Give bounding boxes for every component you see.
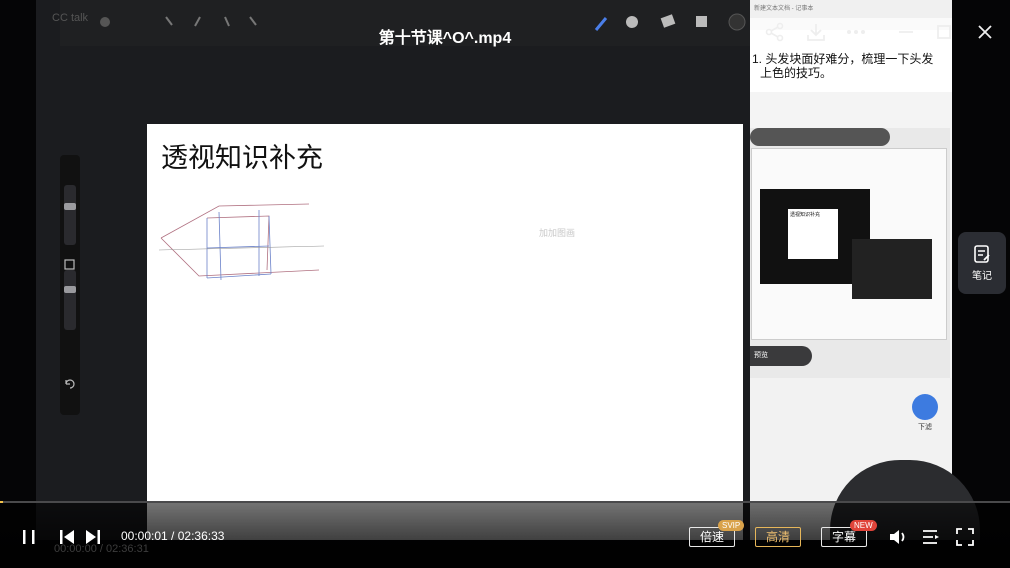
playlist-icon[interactable] — [921, 527, 941, 547]
drawing-canvas: 透视知识补充 加加图画 — [147, 124, 743, 540]
speed-label: 倍速 — [699, 530, 724, 544]
perspective-sketch — [159, 203, 325, 281]
notes-icon — [974, 245, 990, 263]
canvas-watermark: 加加图画 — [539, 228, 576, 238]
progress-bar[interactable] — [0, 501, 1010, 503]
notes-label: 笔记 — [972, 271, 992, 282]
download-icon[interactable] — [806, 22, 826, 42]
new-badge: NEW — [850, 520, 877, 531]
previous-icon[interactable] — [58, 528, 76, 546]
nested-screen-inner: 透视知识补充 — [751, 148, 947, 340]
recorded-sidebar-icons — [64, 259, 75, 389]
time-separator: / — [167, 529, 178, 543]
video-title: 第十节课^O^.mp4 — [378, 30, 512, 47]
close-icon[interactable] — [975, 22, 995, 42]
quality-button[interactable]: 高清 — [755, 527, 801, 547]
nested-stop-label: 预览 — [750, 346, 812, 366]
volume-icon[interactable] — [888, 527, 908, 547]
maximize-icon[interactable] — [934, 22, 954, 42]
quality-label: 高清 — [765, 530, 790, 544]
player-stage: CC talk 透视知识补充 加加图画 新建文本文档 - 记事本 1. 头发块面… — [0, 0, 1010, 568]
nested-next-label: 下滤 — [918, 424, 932, 431]
svip-badge: SVIP — [718, 520, 745, 531]
current-time: 00:00:01 — [121, 529, 168, 543]
canvas-heading: 透视知识补充 — [161, 143, 323, 174]
brush-size-slider — [64, 185, 76, 245]
pause-icon[interactable] — [20, 528, 38, 546]
nested-heading: 透视知识补充 — [790, 212, 821, 218]
time-display: 00:00:01 / 02:36:33 — [121, 529, 224, 543]
cc-talk-label: CC talk — [52, 12, 89, 24]
nested-mic-icon — [912, 394, 938, 420]
share-icon[interactable] — [765, 22, 785, 42]
minimize-icon[interactable] — [896, 22, 916, 42]
notes-button[interactable]: 笔记 — [958, 232, 1006, 294]
progress-played — [0, 501, 4, 503]
notepad-line-2: 上色的技巧。 — [760, 66, 833, 80]
next-icon[interactable] — [84, 528, 102, 546]
fullscreen-icon[interactable] — [955, 527, 975, 547]
nested-toolbar — [750, 128, 890, 146]
subtitle-label: 字幕 — [831, 530, 856, 544]
more-icon[interactable] — [846, 22, 866, 42]
duration: 02:36:33 — [177, 529, 225, 543]
